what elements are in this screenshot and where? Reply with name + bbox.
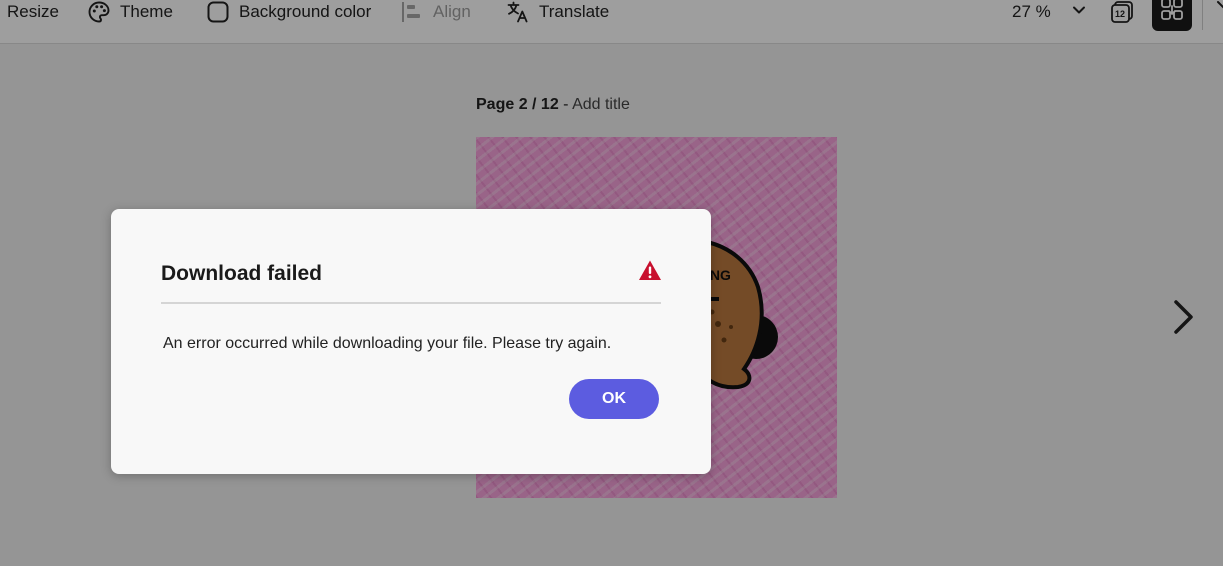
dialog-message: An error occurred while downloading your…: [163, 335, 612, 352]
ok-button[interactable]: OK: [569, 379, 659, 419]
alert-triangle-icon: [638, 259, 662, 281]
dialog-divider: [161, 302, 661, 304]
dialog-title: Download failed: [161, 262, 323, 285]
download-failed-dialog: Download failed An error occurred while …: [111, 209, 711, 474]
